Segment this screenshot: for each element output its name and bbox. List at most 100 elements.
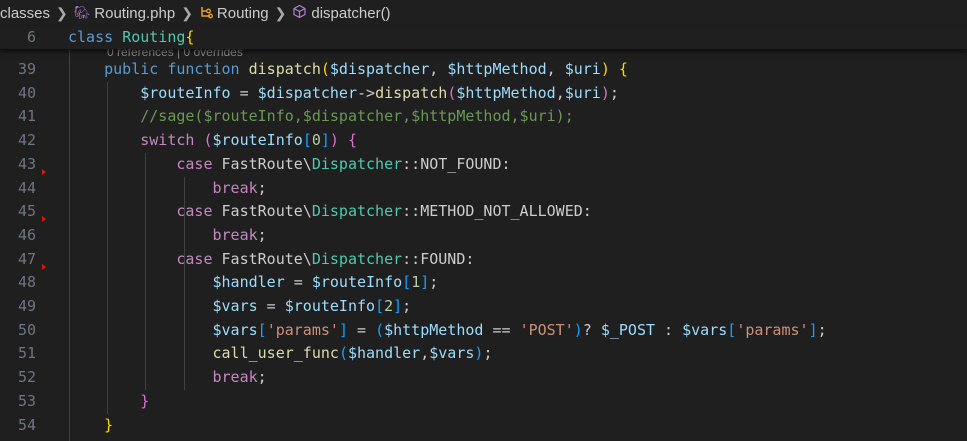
code-token: case — [176, 202, 222, 221]
code-token: == — [483, 320, 520, 339]
code-token: ::METHOD_NOT_ALLOWED: — [402, 202, 592, 221]
breadcrumb-method[interactable]: dispatcher() — [292, 4, 391, 22]
chevron-right-icon: ❯ — [56, 4, 68, 21]
sticky-scroll-line[interactable]: 6 class Routing{ — [0, 25, 967, 49]
code-token: $handler — [212, 273, 285, 292]
code-text: //sage($routeInfo,$dispatcher,$httpMetho… — [68, 104, 573, 128]
code-line[interactable]: 52 break; — [0, 365, 967, 389]
code-line[interactable]: 40 $routeInfo = $dispatcher->dispatch($h… — [0, 81, 967, 105]
code-token: $_POST — [600, 320, 656, 339]
code-line[interactable]: 44 break; — [0, 176, 967, 200]
code-line[interactable]: 51 call_user_func($handler,$vars); — [0, 341, 967, 365]
code-token: Routing — [122, 28, 186, 46]
code-token: , — [429, 60, 448, 78]
code-text: class Routing{ — [68, 25, 194, 49]
code-token: switch — [140, 131, 204, 150]
code-line[interactable]: 42 switch ($routeInfo[0]) { — [0, 128, 967, 152]
code-line[interactable]: 39 public function dispatch($dispatcher,… — [0, 57, 967, 81]
code-token: $routeInfo — [212, 131, 303, 150]
code-token: { — [185, 28, 195, 46]
code-token: 2 — [384, 297, 394, 315]
line-number[interactable]: 49 — [0, 294, 36, 318]
code-editor[interactable]: 0 references | 0 overrides 39 public fun… — [0, 26, 967, 441]
code-line[interactable]: 45 case FastRoute\Dispatcher::METHOD_NOT… — [0, 199, 967, 223]
line-number[interactable]: 54 — [0, 413, 36, 437]
code-token: Dispatcher — [311, 202, 403, 221]
line-number[interactable]: 43 — [0, 152, 36, 176]
code-token: $routeInfo — [284, 297, 376, 315]
code-text: case FastRoute\Dispatcher::FOUND: — [68, 247, 474, 271]
breadcrumb-method-label: dispatcher() — [311, 4, 391, 22]
code-line[interactable]: 43 case FastRoute\Dispatcher::NOT_FOUND: — [0, 152, 967, 176]
line-number[interactable]: 6 — [0, 25, 36, 49]
line-number[interactable]: 52 — [0, 365, 36, 389]
code-token: ] — [393, 297, 403, 315]
code-token: ] — [808, 320, 818, 339]
line-number[interactable]: 53 — [0, 389, 36, 413]
code-text: break; — [68, 223, 267, 247]
breadcrumb-folder[interactable]: classes — [0, 5, 50, 22]
code-token: dispatch — [375, 83, 448, 102]
chevron-right-icon: ❯ — [274, 4, 287, 21]
line-number[interactable]: 48 — [0, 270, 36, 294]
code-token: dispatch — [248, 60, 321, 78]
code-line[interactable]: 41 //sage($routeInfo,$dispatcher,$httpMe… — [0, 104, 967, 128]
code-text: call_user_func($handler,$vars); — [68, 341, 493, 365]
code-token: public function — [104, 60, 249, 78]
class-symbol-icon — [199, 5, 213, 22]
code-line[interactable]: 48 $handler = $routeInfo[1]; — [0, 270, 967, 294]
line-number[interactable]: 44 — [0, 176, 36, 200]
line-number[interactable]: 41 — [0, 104, 36, 128]
code-text: public function dispatch($dispatcher, $h… — [68, 57, 628, 81]
sticky-scroll-header[interactable]: 6 class Routing{ — [0, 26, 967, 49]
breadcrumb-file-label: Routing.php — [94, 4, 176, 22]
breakpoint-marker-icon[interactable] — [42, 168, 46, 175]
code-token: ; — [429, 273, 439, 292]
code-line[interactable]: 54 } — [0, 413, 967, 437]
code-text: } — [68, 413, 113, 437]
line-number[interactable]: 45 — [0, 199, 36, 223]
method-symbol-icon — [292, 4, 307, 22]
line-number[interactable]: 40 — [0, 81, 36, 105]
code-line[interactable]: 53 } — [0, 389, 967, 413]
code-token: $httpMethod — [447, 60, 547, 78]
code-line[interactable]: 46 break; — [0, 223, 967, 247]
code-token: $vars — [429, 344, 475, 363]
line-number[interactable]: 47 — [0, 247, 36, 271]
line-number[interactable]: 50 — [0, 318, 36, 342]
code-token: ; — [609, 83, 619, 102]
code-token: -> — [357, 83, 376, 102]
code-line[interactable]: 49 $vars = $routeInfo[2]; — [0, 294, 967, 318]
breakpoint-marker-icon[interactable] — [42, 216, 46, 223]
code-token: = — [257, 297, 285, 315]
code-token: case — [176, 249, 222, 268]
line-number[interactable]: 39 — [0, 57, 36, 81]
code-token: ::NOT_FOUND: — [402, 154, 511, 173]
line-number[interactable]: 46 — [0, 223, 36, 247]
breakpoint-marker-icon[interactable] — [42, 263, 46, 270]
breadcrumb-class[interactable]: Routing — [199, 5, 269, 22]
code-token: $vars — [212, 297, 258, 315]
code-token: 0 — [311, 131, 321, 150]
code-token: ) — [329, 131, 339, 150]
code-token: ( — [338, 344, 348, 363]
code-token: 1 — [411, 273, 421, 292]
code-token: $vars — [682, 320, 728, 339]
code-text: } — [68, 389, 149, 413]
code-token: , — [546, 60, 565, 78]
code-line[interactable]: 47 case FastRoute\Dispatcher::FOUND: — [0, 247, 967, 271]
line-number[interactable]: 42 — [0, 128, 36, 152]
code-token: = — [284, 273, 312, 292]
code-line[interactable]: 50 $vars['params'] = ($httpMethod == 'PO… — [0, 318, 967, 342]
code-token: [ — [302, 131, 312, 150]
breadcrumb-file[interactable]: 🐘︎ Routing.php — [74, 5, 175, 22]
line-number[interactable]: 51 — [0, 341, 36, 365]
